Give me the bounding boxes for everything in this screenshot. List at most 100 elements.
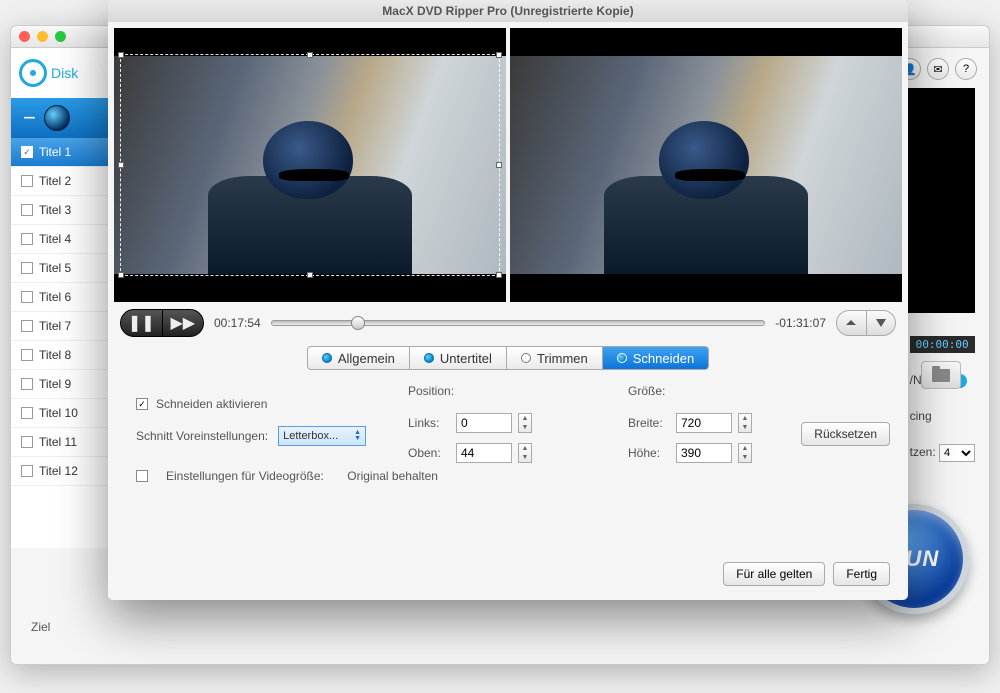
preset-value: Letterbox... — [283, 430, 338, 442]
tzen-text: tzen: — [910, 445, 936, 459]
browse-folder-button[interactable] — [921, 361, 961, 389]
flip-v-button[interactable] — [837, 311, 866, 335]
crop-handle-ne[interactable] — [496, 52, 502, 58]
title-checkbox[interactable] — [21, 175, 33, 187]
title-item-1[interactable]: ✓ Titel 1 — [11, 138, 110, 167]
videosize-checkbox[interactable] — [136, 470, 148, 482]
title-checkbox[interactable] — [21, 204, 33, 216]
tab-allgemein[interactable]: Allgemein — [307, 346, 410, 370]
tab-bar: Allgemein Untertitel Trimmen Schneiden — [108, 344, 908, 374]
done-button[interactable]: Fertig — [833, 562, 890, 586]
title-checkbox[interactable] — [21, 291, 33, 303]
title-checkbox[interactable]: ✓ — [21, 146, 33, 158]
reset-label: Rücksetzen — [814, 427, 877, 441]
zoom-window-button[interactable] — [55, 31, 66, 42]
source-preview[interactable] — [114, 28, 506, 302]
title-item-9[interactable]: Titel 9 — [11, 370, 110, 399]
breite-input[interactable] — [676, 413, 732, 433]
minimize-window-button[interactable] — [37, 31, 48, 42]
dvd-logo-row: Disk — [11, 48, 110, 98]
title-label: Titel 10 — [39, 406, 78, 420]
title-item-7[interactable]: Titel 7 — [11, 312, 110, 341]
links-stepper[interactable]: ▲▼ — [518, 413, 532, 433]
title-item-10[interactable]: Titel 10 — [11, 399, 110, 428]
crop-handle-e[interactable] — [496, 162, 502, 168]
close-window-button[interactable] — [19, 31, 30, 42]
title-checkbox[interactable] — [21, 436, 33, 448]
preset-select[interactable]: Letterbox... ▲▼ — [278, 426, 366, 446]
crop-handle-w[interactable] — [118, 162, 124, 168]
result-preview — [510, 28, 902, 302]
chevron-updown-icon: ▲▼ — [354, 430, 361, 442]
playback-row: ❚❚ ▶▶ 00:17:54 -01:31:07 — [108, 302, 908, 344]
title-item-2[interactable]: Titel 2 — [11, 167, 110, 196]
title-checkbox[interactable] — [21, 465, 33, 477]
hoehe-stepper[interactable]: ▲▼ — [738, 443, 752, 463]
title-item-6[interactable]: Titel 6 — [11, 283, 110, 312]
title-item-12[interactable]: Titel 12 — [11, 457, 110, 486]
title-checkbox[interactable] — [21, 320, 33, 332]
radio-off-icon — [521, 353, 531, 363]
crop-handle-s[interactable] — [307, 272, 313, 278]
title-checkbox[interactable] — [21, 378, 33, 390]
title-checkbox[interactable] — [21, 233, 33, 245]
done-label: Fertig — [846, 567, 877, 581]
preview-slice — [905, 88, 975, 313]
oben-label: Oben: — [408, 446, 450, 460]
seek-slider[interactable] — [271, 320, 766, 326]
oben-stepper[interactable]: ▲▼ — [518, 443, 532, 463]
links-input[interactable] — [456, 413, 512, 433]
apply-all-button[interactable]: Für alle gelten — [723, 562, 825, 586]
enable-crop-label: Schneiden aktivieren — [156, 397, 267, 411]
tab-label: Trimmen — [537, 351, 588, 366]
title-label: Titel 1 — [39, 145, 71, 159]
crop-handle-se[interactable] — [496, 272, 502, 278]
crop-rectangle[interactable] — [120, 54, 500, 276]
mail-icon[interactable]: ✉ — [927, 58, 949, 80]
title-label: Titel 7 — [39, 319, 71, 333]
pause-button[interactable]: ❚❚ — [121, 310, 162, 336]
title-label: Titel 6 — [39, 290, 71, 304]
clock-value: 00:00:00 — [910, 336, 975, 353]
reset-button[interactable]: Rücksetzen — [801, 422, 890, 446]
title-label: Titel 11 — [39, 435, 77, 449]
remove-source-button[interactable]: − — [11, 98, 110, 138]
play-controls: ❚❚ ▶▶ — [120, 309, 204, 337]
radio-on-icon — [424, 353, 434, 363]
videosize-label: Einstellungen für Videogröße: — [166, 469, 324, 483]
breite-stepper[interactable]: ▲▼ — [738, 413, 752, 433]
title-sidebar: Disk − ✓Titel 1Titel 2Titel 3Titel 4Tite… — [11, 48, 111, 548]
tab-untertitel[interactable]: Untertitel — [410, 346, 507, 370]
preset-label: Schnitt Voreinstellungen: — [136, 429, 268, 443]
minus-icon: − — [23, 105, 36, 131]
tzen-select[interactable]: 4 — [939, 444, 975, 462]
title-checkbox[interactable] — [21, 407, 33, 419]
fast-forward-button[interactable]: ▶▶ — [163, 310, 204, 336]
target-label: Ziel — [31, 620, 50, 634]
enable-crop-checkbox[interactable]: ✓ — [136, 398, 148, 410]
title-checkbox[interactable] — [21, 349, 33, 361]
title-item-4[interactable]: Titel 4 — [11, 225, 110, 254]
flip-h-button[interactable] — [867, 311, 896, 335]
title-item-11[interactable]: Titel 11 — [11, 428, 110, 457]
tab-schneiden[interactable]: Schneiden — [603, 346, 709, 370]
title-item-8[interactable]: Titel 8 — [11, 341, 110, 370]
crop-handle-nw[interactable] — [118, 52, 124, 58]
disk-label: Disk — [51, 65, 78, 81]
tab-trimmen[interactable]: Trimmen — [507, 346, 603, 370]
right-panel: 00:00:00 /Nvidia i cing tzen: 4 — [910, 326, 975, 470]
title-item-5[interactable]: Titel 5 — [11, 254, 110, 283]
help-icon[interactable]: ? — [955, 58, 977, 80]
crop-handle-sw[interactable] — [118, 272, 124, 278]
videosize-value: Original behalten — [347, 469, 438, 483]
modal-title: MacX DVD Ripper Pro (Unregistrierte Kopi… — [108, 0, 908, 22]
crop-handle-n[interactable] — [307, 52, 313, 58]
seek-thumb[interactable] — [351, 316, 365, 330]
header-icon-group: 👤 ✉ ? — [899, 58, 977, 80]
remaining-time: -01:31:07 — [775, 316, 826, 330]
title-item-3[interactable]: Titel 3 — [11, 196, 110, 225]
hoehe-input[interactable] — [676, 443, 732, 463]
radio-on-icon — [322, 353, 332, 363]
title-checkbox[interactable] — [21, 262, 33, 274]
oben-input[interactable] — [456, 443, 512, 463]
